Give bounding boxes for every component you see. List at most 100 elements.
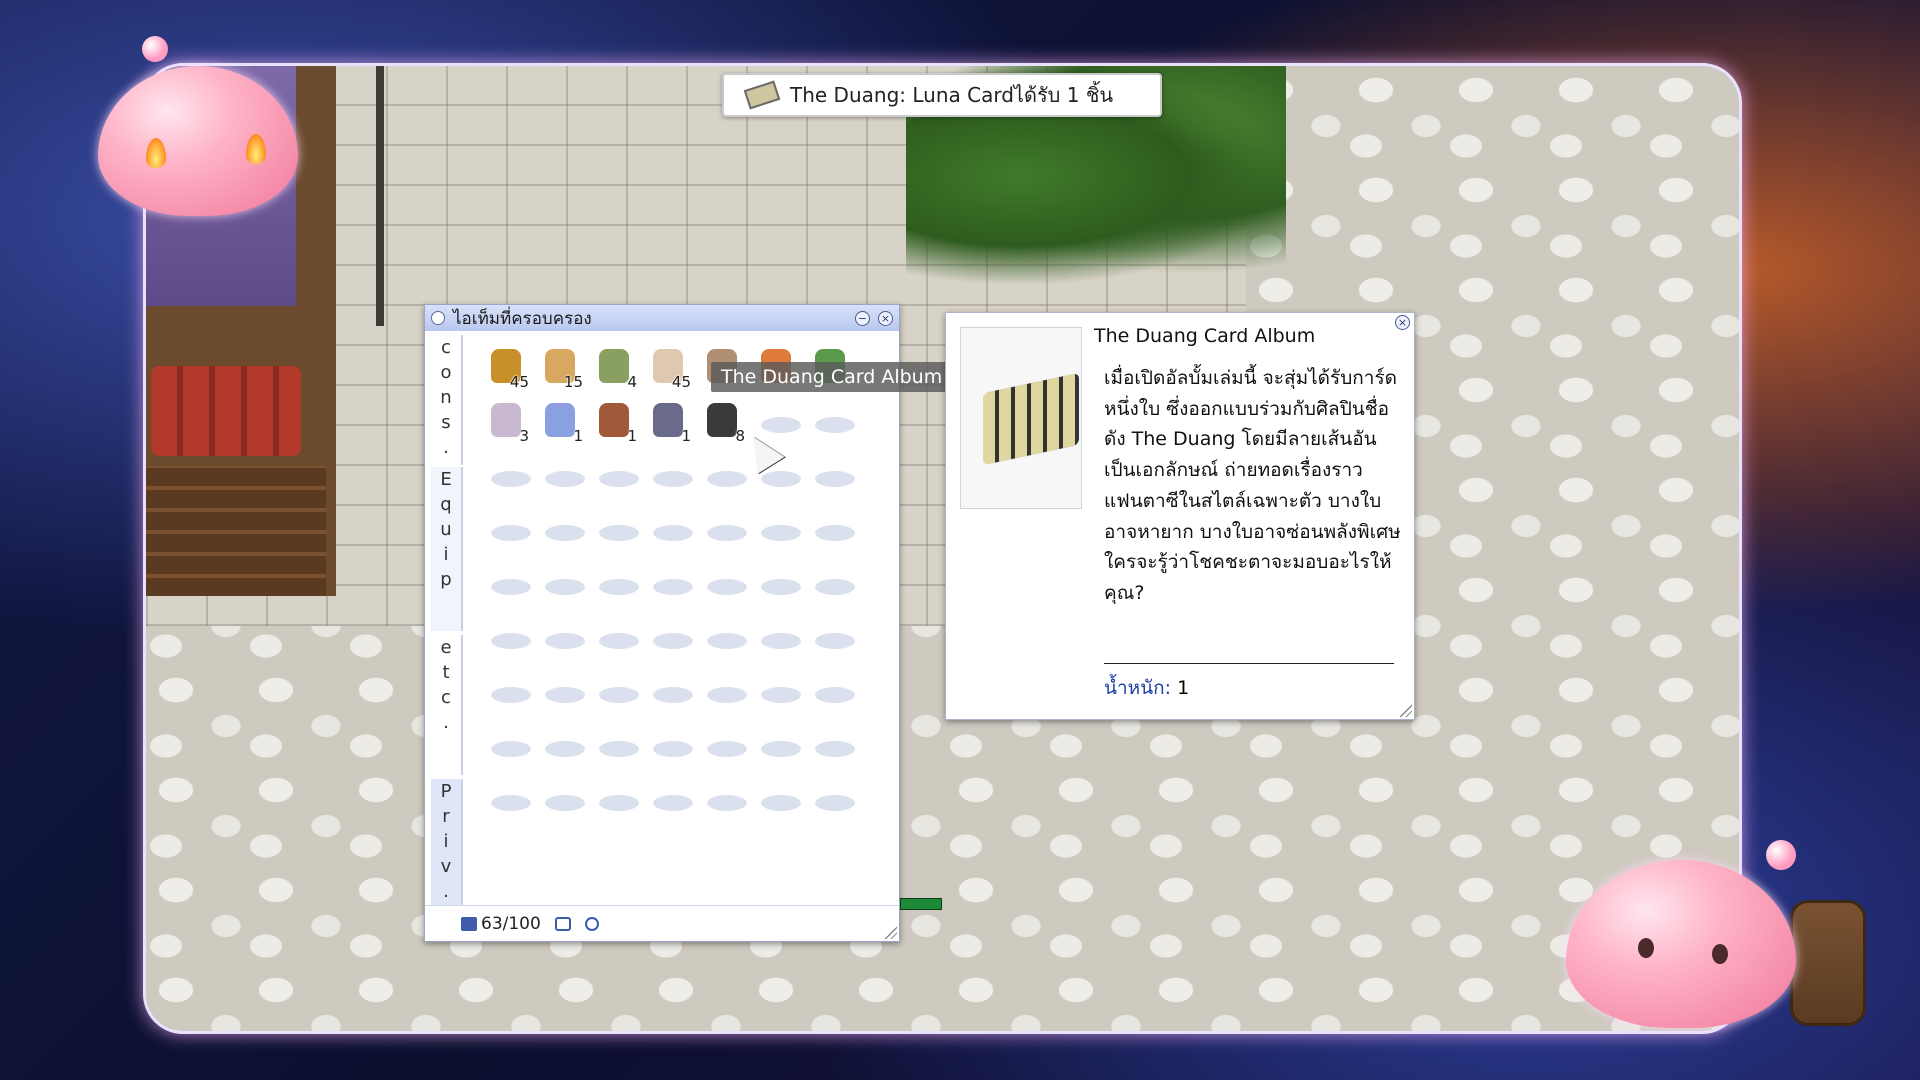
tab-label-char: . (443, 712, 449, 733)
minimize-button[interactable]: − (855, 310, 870, 326)
inventory-slot-item[interactable]: 3 (481, 397, 535, 451)
inventory-slot-empty[interactable] (481, 721, 535, 775)
search-icon[interactable] (584, 916, 599, 931)
inventory-slot-empty[interactable] (751, 559, 805, 613)
inventory-slot-empty[interactable] (643, 505, 697, 559)
green-flask-icon (599, 349, 629, 383)
inventory-slot-empty[interactable] (589, 613, 643, 667)
inventory-slot-empty[interactable] (643, 775, 697, 829)
empty-slot-marker (815, 795, 855, 811)
inventory-slot-empty[interactable] (481, 775, 535, 829)
empty-slot-marker (653, 525, 693, 541)
close-button[interactable]: × (878, 310, 893, 326)
tab-label-char: c (441, 337, 451, 358)
inventory-slot-item[interactable]: 45 (481, 343, 535, 397)
inventory-slot-item[interactable]: 4 (589, 343, 643, 397)
inventory-slot-empty[interactable] (697, 775, 751, 829)
tab-label-char: v (440, 856, 452, 877)
flame-eye-icon (146, 138, 166, 168)
inventory-slot-empty[interactable] (805, 505, 859, 559)
inventory-slot-empty[interactable] (589, 559, 643, 613)
inventory-footer: 63/100 (425, 905, 899, 941)
inventory-slot-empty[interactable] (751, 721, 805, 775)
inventory-title-bar[interactable]: ไอเท็มที่ครอบครอง − × (425, 305, 899, 331)
inventory-slot-empty[interactable] (589, 775, 643, 829)
inventory-slot-empty[interactable] (481, 613, 535, 667)
inventory-slot-item[interactable]: 1 (643, 397, 697, 451)
inventory-slot-empty[interactable] (589, 721, 643, 775)
inventory-slot-empty[interactable] (805, 775, 859, 829)
empty-slot-marker (599, 579, 639, 595)
inventory-slot-empty[interactable] (535, 613, 589, 667)
inventory-slot-empty[interactable] (535, 667, 589, 721)
inventory-capacity: 63/100 (461, 914, 541, 934)
window-menu-icon[interactable] (431, 311, 445, 325)
inventory-slot-item[interactable]: 45 (643, 343, 697, 397)
empty-slot-marker (815, 579, 855, 595)
inventory-slot-item[interactable]: 1 (535, 397, 589, 451)
empty-slot-marker (491, 579, 531, 595)
inventory-slot-empty[interactable] (535, 775, 589, 829)
item-obtained-notification: The Duang: Luna Cardได้รับ 1 ชิ้น (722, 73, 1162, 117)
inventory-slot-item[interactable]: 15 (535, 343, 589, 397)
inventory-slot-empty[interactable] (697, 721, 751, 775)
inventory-slot-empty[interactable] (535, 559, 589, 613)
empty-slot-marker (491, 471, 531, 487)
tab-label-char: e (440, 637, 452, 658)
resize-handle[interactable] (883, 925, 897, 939)
inventory-slot-empty[interactable] (697, 613, 751, 667)
inventory-slot-empty[interactable] (535, 451, 589, 505)
item-image-frame (960, 327, 1082, 509)
empty-slot-marker (599, 687, 639, 703)
inventory-slot-empty[interactable] (805, 451, 859, 505)
inventory-slot-empty[interactable] (643, 667, 697, 721)
game-viewport[interactable] (143, 63, 1742, 1034)
inventory-slot-empty[interactable] (751, 775, 805, 829)
inventory-slot-empty[interactable] (643, 559, 697, 613)
inventory-slot-empty[interactable] (805, 397, 859, 451)
empty-slot-marker (599, 633, 639, 649)
inventory-slot-empty[interactable] (643, 451, 697, 505)
tab-label-char: n (440, 387, 452, 408)
inventory-slot-empty[interactable] (535, 505, 589, 559)
inventory-slot-empty[interactable] (481, 667, 535, 721)
inventory-slot-empty[interactable] (805, 667, 859, 721)
empty-slot-marker (653, 741, 693, 757)
tab-equip[interactable]: Equip (431, 467, 463, 631)
inventory-slot-empty[interactable] (481, 505, 535, 559)
inventory-slot-empty[interactable] (589, 451, 643, 505)
inventory-slot-empty[interactable] (697, 505, 751, 559)
tab-private[interactable]: Priv. (431, 779, 463, 925)
inventory-slot-empty[interactable] (751, 667, 805, 721)
item-detail-window[interactable]: × The Duang Card Album เมื่อเปิดอัลบั้มเ… (945, 312, 1415, 720)
close-button[interactable]: × (1395, 315, 1410, 330)
empty-slot-marker (815, 471, 855, 487)
inventory-slot-item[interactable]: 1 (589, 397, 643, 451)
empty-slot-marker (599, 525, 639, 541)
inventory-slot-empty[interactable] (697, 667, 751, 721)
inventory-slot-empty[interactable] (697, 559, 751, 613)
resize-handle[interactable] (1398, 703, 1412, 717)
item-quantity: 15 (563, 373, 583, 391)
inventory-slot-empty[interactable] (805, 559, 859, 613)
inventory-slot-empty[interactable] (481, 451, 535, 505)
inventory-slot-empty[interactable] (643, 721, 697, 775)
inventory-window[interactable]: ไอเท็มที่ครอบครอง − × cons. Equip etc. P… (424, 304, 900, 942)
inventory-slot-empty[interactable] (751, 613, 805, 667)
empty-slot-marker (707, 579, 747, 595)
inventory-slot-empty[interactable] (697, 451, 751, 505)
inventory-slot-empty[interactable] (535, 721, 589, 775)
tab-etc[interactable]: etc. (431, 635, 463, 775)
inventory-slot-empty[interactable] (805, 721, 859, 775)
inventory-slot-empty[interactable] (589, 667, 643, 721)
inventory-slot-empty[interactable] (481, 559, 535, 613)
inventory-slot-empty[interactable] (805, 613, 859, 667)
magnifier-icon (653, 403, 683, 437)
tab-label-char: i (443, 831, 449, 852)
inventory-slot-empty[interactable] (589, 505, 643, 559)
tab-consumable[interactable]: cons. (431, 335, 463, 465)
lock-icon[interactable] (554, 916, 571, 931)
inventory-slot-empty[interactable] (643, 613, 697, 667)
inventory-slot-empty[interactable] (751, 505, 805, 559)
inventory-tabs: cons. Equip etc. Priv. (431, 335, 463, 925)
